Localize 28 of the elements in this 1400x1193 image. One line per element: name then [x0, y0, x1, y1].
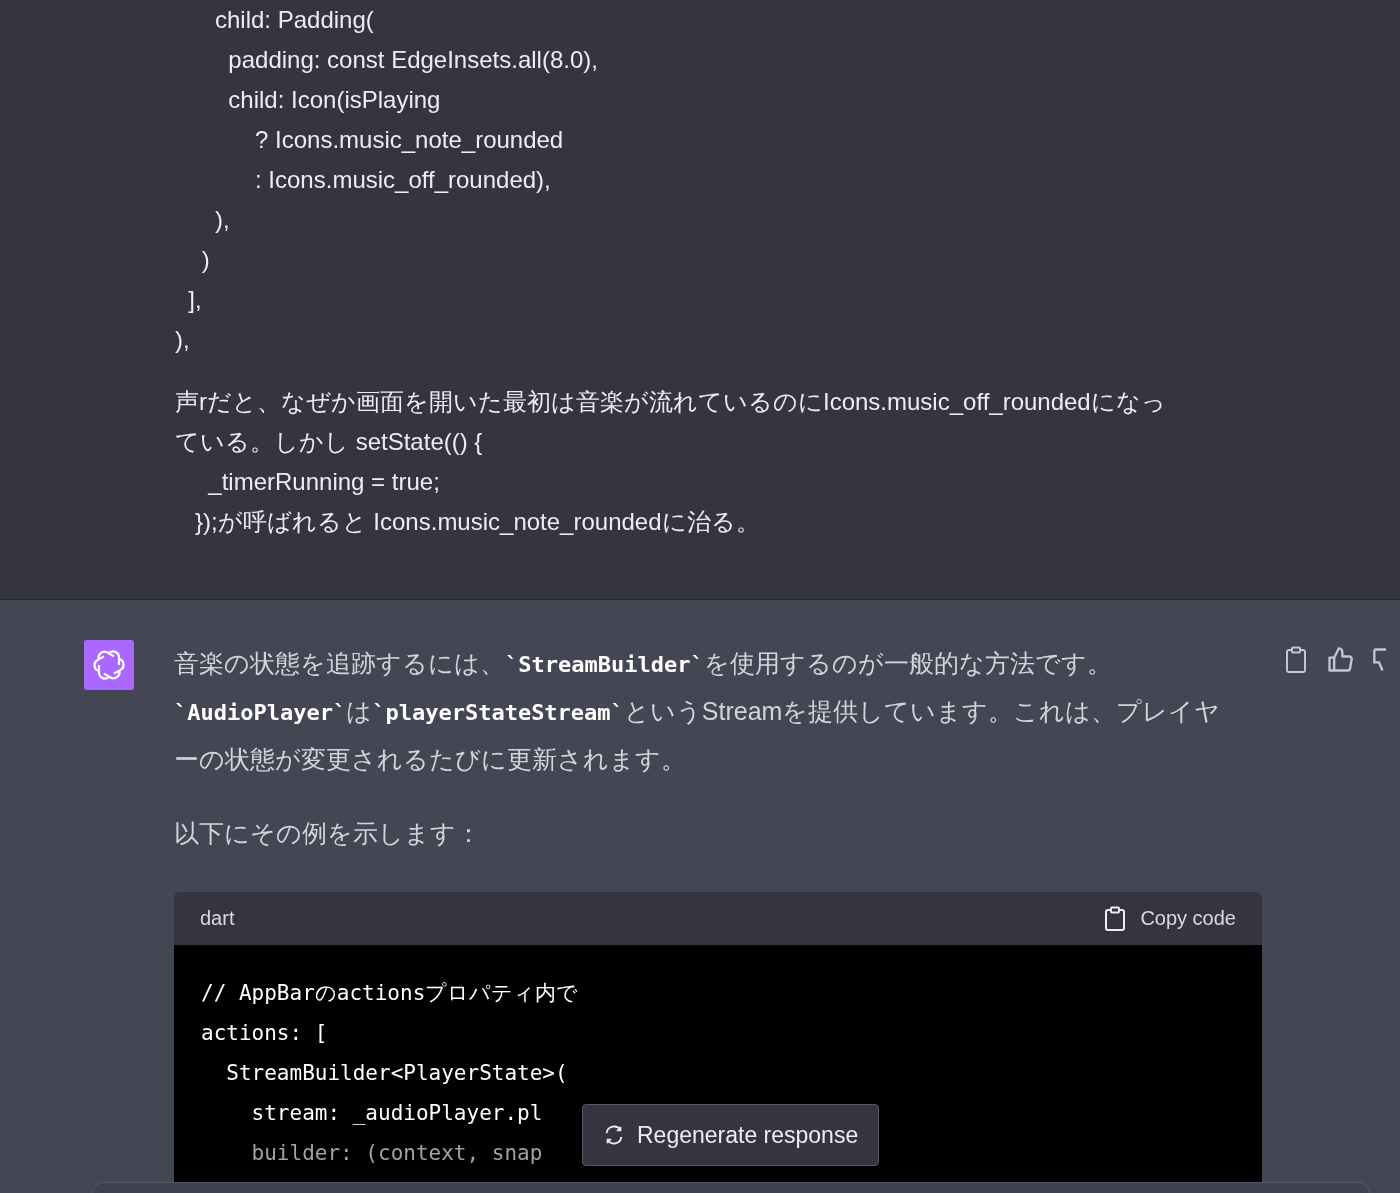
copy-code-button[interactable]: Copy code: [1104, 905, 1236, 932]
code-line: : Icons.music_off_rounded),: [254, 165, 551, 195]
message-text: ている。しかし setState(() {: [175, 427, 483, 457]
code-line: ),: [175, 325, 190, 355]
code-line: builder: (context, snap: [250, 1140, 543, 1167]
message-text: 以下にその例を示します：: [174, 818, 482, 849]
code-line: child: Padding(: [214, 5, 374, 35]
clipboard-icon[interactable]: [1284, 646, 1308, 674]
regenerate-button[interactable]: Regenerate response: [582, 1104, 880, 1166]
code-line: actions: [: [201, 1020, 328, 1047]
code-line: child: Icon(isPlaying: [227, 85, 441, 115]
code-line: padding: const EdgeInsets.all(8.0),: [227, 45, 598, 75]
message-text: 音楽の状態を追跡するには、`StreamBuilder`を使用するのが一般的な方法です。`AudioPlayer`は`playerStateStream`というStreamを提供しています。これは、プレイヤーの状態が変更されるたびに更新されます。: [174, 648, 1222, 775]
thumbs-up-icon[interactable]: [1326, 646, 1354, 674]
code-line: ): [200, 245, 210, 275]
message-text: 声rだと、なぜか画面を開いた最初は音楽が流れているのにIcons.music_off_roundedになっ: [175, 387, 1166, 417]
message-text: _timerRunning = true;: [207, 467, 440, 497]
assistant-avatar-icon: [84, 640, 134, 690]
clipboard-icon: [1104, 905, 1127, 932]
message-text: });が呼ばれると Icons.music_note_roundedに治る。: [194, 507, 760, 537]
refresh-icon: [603, 1124, 625, 1146]
code-line: // AppBarのactionsプロパティ内で: [201, 980, 579, 1007]
code-line: ],: [187, 285, 202, 315]
code-line: stream: _audioPlayer.pl: [250, 1100, 543, 1127]
code-language: dart: [200, 907, 235, 930]
code-line: StreamBuilder<PlayerState>(: [225, 1060, 568, 1087]
code-line: ? Icons.music_note_rounded: [254, 125, 564, 155]
code-line: ),: [214, 205, 230, 235]
